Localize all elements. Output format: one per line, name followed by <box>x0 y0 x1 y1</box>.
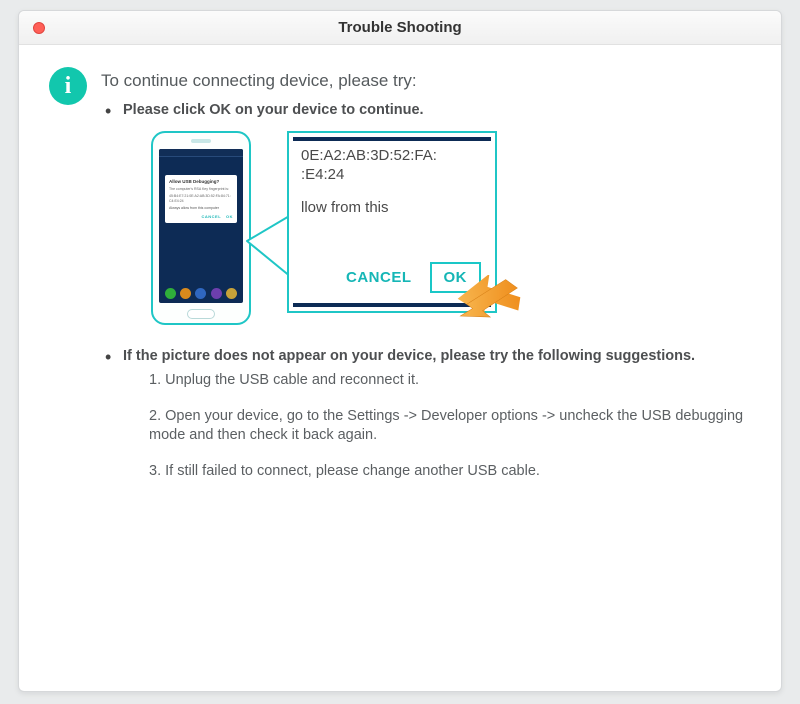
phone-home-button <box>187 309 215 319</box>
instruction-list: Please click OK on your device to contin… <box>101 101 751 481</box>
phone-ok-button: OK <box>226 214 233 219</box>
phone-screen: Allow USB Debugging? The computer's RSA … <box>159 149 243 303</box>
cancel-button[interactable]: CANCEL <box>346 269 412 286</box>
bullet-click-ok: Please click OK on your device to contin… <box>101 101 751 325</box>
dock-icon <box>165 288 176 299</box>
phone-dialog-buttons: CANCEL OK <box>169 214 233 219</box>
dock-icon <box>180 288 191 299</box>
phone-usb-dialog: Allow USB Debugging? The computer's RSA … <box>165 175 237 223</box>
phone-speaker <box>191 139 211 143</box>
main-column: To continue connecting device, please tr… <box>101 71 751 691</box>
zoom-fingerprint-line1: 0E:A2:AB:3D:52:FA: <box>301 147 483 166</box>
zoom-fingerprint-line2: :E4:24 <box>301 166 483 185</box>
step-2: 2. Open your device, go to the Settings … <box>149 407 751 446</box>
content-area: i To continue connecting device, please … <box>19 45 781 691</box>
troubleshooting-window: Trouble Shooting i To continue connectin… <box>18 10 782 692</box>
callout-pointer-icon <box>247 211 291 281</box>
zoom-allow-fragment: llow from this <box>301 199 483 216</box>
phone-cancel-button: CANCEL <box>201 214 221 219</box>
info-icon: i <box>49 67 87 105</box>
phone-dialog-always: Always allow from this computer <box>169 206 233 211</box>
bullet-no-picture: If the picture does not appear on your d… <box>101 347 751 481</box>
suggestion-steps: 1. Unplug the USB cable and reconnect it… <box>123 371 751 481</box>
dock-icon <box>211 288 222 299</box>
window-title: Trouble Shooting <box>338 19 461 36</box>
arrow-icon <box>457 275 521 321</box>
dock-icon <box>226 288 237 299</box>
bullet-no-picture-text: If the picture does not appear on your d… <box>123 348 695 364</box>
close-button[interactable] <box>33 22 45 34</box>
phone-dialog-body1: The computer's RSA Key fingerprint is: <box>169 187 233 192</box>
page-heading: To continue connecting device, please tr… <box>101 71 751 91</box>
illustration: Allow USB Debugging? The computer's RSA … <box>147 131 751 325</box>
phone-mockup: Allow USB Debugging? The computer's RSA … <box>151 131 251 325</box>
phone-dock <box>163 288 239 299</box>
phone-dialog-body2: 45:B4:E7:21:0E:A2:AB:3D:52:FA:84:71:C4:E… <box>169 194 233 203</box>
phone-statusbar <box>159 149 243 157</box>
bullet-click-ok-text: Please click OK on your device to contin… <box>123 102 424 118</box>
titlebar: Trouble Shooting <box>19 11 781 45</box>
step-1: 1. Unplug the USB cable and reconnect it… <box>149 371 751 391</box>
step-3: 3. If still failed to connect, please ch… <box>149 462 751 482</box>
dock-icon <box>195 288 206 299</box>
phone-dialog-title: Allow USB Debugging? <box>169 179 233 185</box>
